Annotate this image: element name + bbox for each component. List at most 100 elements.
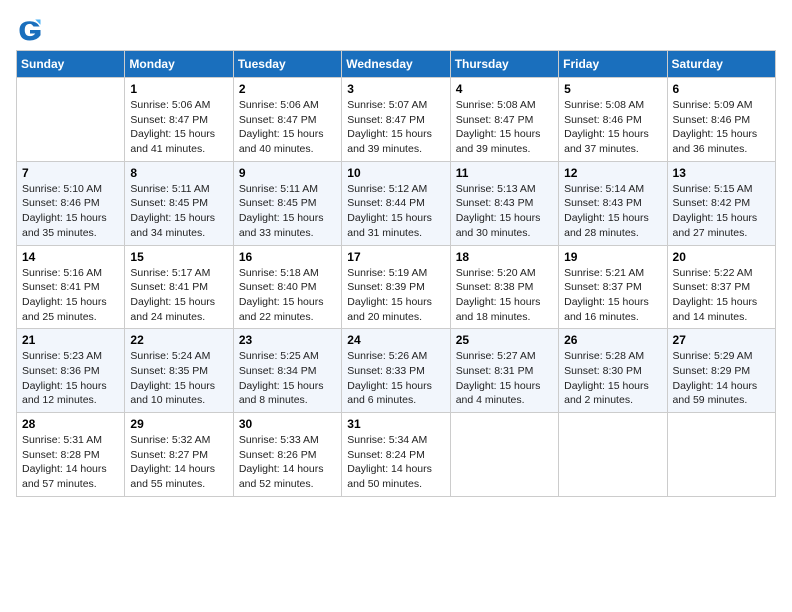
date-number: 23 (239, 333, 336, 347)
calendar-cell (559, 413, 667, 497)
cell-info: Sunrise: 5:08 AM Sunset: 8:47 PM Dayligh… (456, 98, 553, 157)
cell-info: Sunrise: 5:27 AM Sunset: 8:31 PM Dayligh… (456, 349, 553, 408)
date-number: 22 (130, 333, 227, 347)
calendar-cell: 28 Sunrise: 5:31 AM Sunset: 8:28 PM Dayli… (17, 413, 125, 497)
cell-info: Sunrise: 5:08 AM Sunset: 8:46 PM Dayligh… (564, 98, 661, 157)
calendar-cell: 16 Sunrise: 5:18 AM Sunset: 8:40 PM Dayli… (233, 245, 341, 329)
logo-icon (16, 16, 44, 44)
col-header-friday: Friday (559, 51, 667, 78)
date-number: 6 (673, 82, 770, 96)
date-number: 4 (456, 82, 553, 96)
calendar-cell: 10 Sunrise: 5:12 AM Sunset: 8:44 PM Dayli… (342, 161, 450, 245)
date-number: 19 (564, 250, 661, 264)
cell-info: Sunrise: 5:20 AM Sunset: 8:38 PM Dayligh… (456, 266, 553, 325)
calendar-cell: 5 Sunrise: 5:08 AM Sunset: 8:46 PM Daylig… (559, 78, 667, 162)
cell-info: Sunrise: 5:26 AM Sunset: 8:33 PM Dayligh… (347, 349, 444, 408)
date-number: 31 (347, 417, 444, 431)
date-number: 25 (456, 333, 553, 347)
cell-info: Sunrise: 5:17 AM Sunset: 8:41 PM Dayligh… (130, 266, 227, 325)
calendar-cell: 29 Sunrise: 5:32 AM Sunset: 8:27 PM Dayli… (125, 413, 233, 497)
cell-info: Sunrise: 5:16 AM Sunset: 8:41 PM Dayligh… (22, 266, 119, 325)
calendar-cell: 8 Sunrise: 5:11 AM Sunset: 8:45 PM Daylig… (125, 161, 233, 245)
cell-info: Sunrise: 5:23 AM Sunset: 8:36 PM Dayligh… (22, 349, 119, 408)
cell-info: Sunrise: 5:28 AM Sunset: 8:30 PM Dayligh… (564, 349, 661, 408)
date-number: 26 (564, 333, 661, 347)
calendar-cell: 18 Sunrise: 5:20 AM Sunset: 8:38 PM Dayli… (450, 245, 558, 329)
cell-info: Sunrise: 5:06 AM Sunset: 8:47 PM Dayligh… (130, 98, 227, 157)
cell-info: Sunrise: 5:10 AM Sunset: 8:46 PM Dayligh… (22, 182, 119, 241)
calendar-cell: 7 Sunrise: 5:10 AM Sunset: 8:46 PM Daylig… (17, 161, 125, 245)
cell-info: Sunrise: 5:31 AM Sunset: 8:28 PM Dayligh… (22, 433, 119, 492)
cell-info: Sunrise: 5:29 AM Sunset: 8:29 PM Dayligh… (673, 349, 770, 408)
calendar-cell: 27 Sunrise: 5:29 AM Sunset: 8:29 PM Dayli… (667, 329, 775, 413)
calendar-cell: 2Sunrise: 5:06 AM Sunset: 8:47 PM Daylig… (233, 78, 341, 162)
date-number: 17 (347, 250, 444, 264)
calendar-cell: 1 Sunrise: 5:06 AM Sunset: 8:47 PM Daylig… (125, 78, 233, 162)
cell-info: Sunrise: 5:34 AM Sunset: 8:24 PM Dayligh… (347, 433, 444, 492)
calendar-cell: 19 Sunrise: 5:21 AM Sunset: 8:37 PM Dayli… (559, 245, 667, 329)
calendar-cell: 21 Sunrise: 5:23 AM Sunset: 8:36 PM Dayli… (17, 329, 125, 413)
date-number: 7 (22, 166, 119, 180)
cell-info: Sunrise: 5:14 AM Sunset: 8:43 PM Dayligh… (564, 182, 661, 241)
calendar-cell: 26 Sunrise: 5:28 AM Sunset: 8:30 PM Dayli… (559, 329, 667, 413)
calendar-cell: 25 Sunrise: 5:27 AM Sunset: 8:31 PM Dayli… (450, 329, 558, 413)
date-number: 30 (239, 417, 336, 431)
calendar-cell: 23 Sunrise: 5:25 AM Sunset: 8:34 PM Dayli… (233, 329, 341, 413)
calendar-table: SundayMondayTuesdayWednesdayThursdayFrid… (16, 50, 776, 497)
cell-info: Sunrise: 5:11 AM Sunset: 8:45 PM Dayligh… (239, 182, 336, 241)
cell-info: Sunrise: 5:18 AM Sunset: 8:40 PM Dayligh… (239, 266, 336, 325)
date-number: 13 (673, 166, 770, 180)
date-number: 10 (347, 166, 444, 180)
cell-info: Sunrise: 5:33 AM Sunset: 8:26 PM Dayligh… (239, 433, 336, 492)
col-header-wednesday: Wednesday (342, 51, 450, 78)
calendar-cell: 20 Sunrise: 5:22 AM Sunset: 8:37 PM Dayli… (667, 245, 775, 329)
cell-info: Sunrise: 5:12 AM Sunset: 8:44 PM Dayligh… (347, 182, 444, 241)
col-header-saturday: Saturday (667, 51, 775, 78)
date-number: 11 (456, 166, 553, 180)
calendar-cell (450, 413, 558, 497)
col-header-sunday: Sunday (17, 51, 125, 78)
calendar-cell: 31 Sunrise: 5:34 AM Sunset: 8:24 PM Dayli… (342, 413, 450, 497)
date-number: 27 (673, 333, 770, 347)
cell-info: Sunrise: 5:07 AM Sunset: 8:47 PM Dayligh… (347, 98, 444, 157)
date-number: 1 (130, 82, 227, 96)
date-number: 16 (239, 250, 336, 264)
cell-info: Sunrise: 5:24 AM Sunset: 8:35 PM Dayligh… (130, 349, 227, 408)
cell-info: Sunrise: 5:15 AM Sunset: 8:42 PM Dayligh… (673, 182, 770, 241)
date-number: 20 (673, 250, 770, 264)
date-number: 12 (564, 166, 661, 180)
logo (16, 16, 48, 44)
cell-info: Sunrise: 5:22 AM Sunset: 8:37 PM Dayligh… (673, 266, 770, 325)
date-number: 21 (22, 333, 119, 347)
date-number: 5 (564, 82, 661, 96)
cell-info: Sunrise: 5:21 AM Sunset: 8:37 PM Dayligh… (564, 266, 661, 325)
cell-info: Sunrise: 5:13 AM Sunset: 8:43 PM Dayligh… (456, 182, 553, 241)
calendar-cell: 3 Sunrise: 5:07 AM Sunset: 8:47 PM Daylig… (342, 78, 450, 162)
date-number: 9 (239, 166, 336, 180)
calendar-cell: 6 Sunrise: 5:09 AM Sunset: 8:46 PM Daylig… (667, 78, 775, 162)
cell-info: Sunrise: 5:09 AM Sunset: 8:46 PM Dayligh… (673, 98, 770, 157)
cell-info: Sunrise: 5:25 AM Sunset: 8:34 PM Dayligh… (239, 349, 336, 408)
calendar-cell: 4 Sunrise: 5:08 AM Sunset: 8:47 PM Daylig… (450, 78, 558, 162)
col-header-tuesday: Tuesday (233, 51, 341, 78)
calendar-cell: 13 Sunrise: 5:15 AM Sunset: 8:42 PM Dayli… (667, 161, 775, 245)
cell-info: Sunrise: 5:19 AM Sunset: 8:39 PM Dayligh… (347, 266, 444, 325)
cell-info: Sunrise: 5:11 AM Sunset: 8:45 PM Dayligh… (130, 182, 227, 241)
calendar-cell: 12 Sunrise: 5:14 AM Sunset: 8:43 PM Dayli… (559, 161, 667, 245)
page-header (16, 16, 776, 44)
calendar-cell: 17 Sunrise: 5:19 AM Sunset: 8:39 PM Dayli… (342, 245, 450, 329)
calendar-cell (667, 413, 775, 497)
calendar-cell: 11 Sunrise: 5:13 AM Sunset: 8:43 PM Dayli… (450, 161, 558, 245)
date-number: 28 (22, 417, 119, 431)
calendar-cell: 14 Sunrise: 5:16 AM Sunset: 8:41 PM Dayli… (17, 245, 125, 329)
date-number: 14 (22, 250, 119, 264)
cell-info: Sunrise: 5:06 AM Sunset: 8:47 PM Dayligh… (239, 98, 336, 157)
date-number: 8 (130, 166, 227, 180)
calendar-cell: 30 Sunrise: 5:33 AM Sunset: 8:26 PM Dayli… (233, 413, 341, 497)
col-header-monday: Monday (125, 51, 233, 78)
cell-info: Sunrise: 5:32 AM Sunset: 8:27 PM Dayligh… (130, 433, 227, 492)
date-number: 3 (347, 82, 444, 96)
date-number: 24 (347, 333, 444, 347)
date-number: 18 (456, 250, 553, 264)
date-number: 29 (130, 417, 227, 431)
